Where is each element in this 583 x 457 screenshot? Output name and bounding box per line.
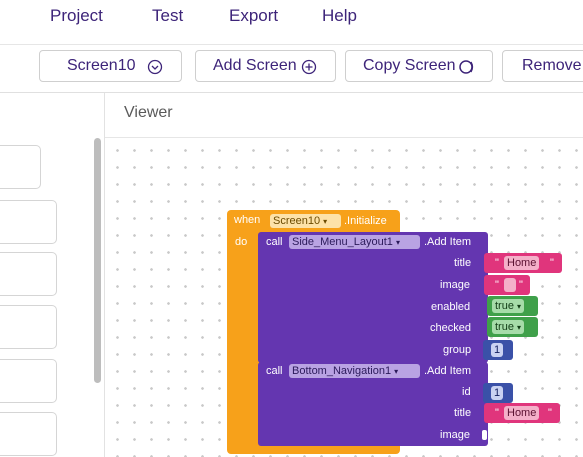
viewer-header: Viewer xyxy=(105,93,583,138)
param-enabled-label: enabled xyxy=(431,301,471,313)
call2-component-dropdown[interactable]: Bottom_Navigation1 ▾ xyxy=(289,364,420,378)
logic-block-checked[interactable]: true ▾ xyxy=(487,317,538,337)
quote-close: " xyxy=(550,257,554,269)
menu-help[interactable]: Help xyxy=(322,6,357,26)
text-value-title-2[interactable]: Home xyxy=(504,406,540,420)
math-value-group[interactable]: 1 xyxy=(491,343,504,357)
component-item[interactable] xyxy=(0,412,57,456)
text-value-title[interactable]: Home xyxy=(504,256,540,270)
toolbar: Screen10 Add Screen Copy Screen Remove S xyxy=(0,45,583,93)
call2-component-name: Bottom_Navigation1 xyxy=(292,365,392,377)
param-group-label: group xyxy=(443,344,472,356)
menu-export[interactable]: Export xyxy=(229,6,278,26)
screen-select-dropdown[interactable]: Screen10 xyxy=(39,50,182,82)
call2-method-label: .Add Item xyxy=(424,365,472,377)
remove-screen-button[interactable]: Remove S xyxy=(502,50,583,82)
param-image-label: image xyxy=(440,279,470,291)
call1-method-label: .Add Item xyxy=(424,236,472,248)
event-name-label: .Initialize xyxy=(344,215,387,227)
text-value-image[interactable] xyxy=(504,278,516,292)
dropdown-arrow-icon: ▾ xyxy=(323,217,328,226)
text-block-image[interactable]: " " xyxy=(484,275,530,295)
param-checked-label: checked xyxy=(430,322,471,334)
dropdown-arrow-icon: ▾ xyxy=(394,367,399,376)
call1-component-name: Side_Menu_Layout1 xyxy=(292,236,393,248)
chevron-down-circle-icon xyxy=(147,51,163,81)
param-image-label-2: image xyxy=(440,429,470,441)
remove-screen-label: Remove S xyxy=(522,57,583,74)
component-item[interactable] xyxy=(0,145,41,189)
copy-icon xyxy=(458,51,476,81)
param-title-label-2: title xyxy=(454,407,472,419)
event-component-dropdown[interactable]: Screen10 ▾ xyxy=(270,214,341,228)
menu-bar: Project Test Export Help xyxy=(0,0,583,45)
logic-value-checked[interactable]: true ▾ xyxy=(492,320,525,334)
menu-project[interactable]: Project xyxy=(50,6,103,26)
event-do-label: do xyxy=(235,236,248,248)
component-item[interactable] xyxy=(0,359,57,403)
quote-open: " xyxy=(495,257,499,269)
empty-input-socket[interactable] xyxy=(482,430,487,440)
dropdown-arrow-icon: ▾ xyxy=(517,323,522,332)
quote-open: " xyxy=(495,407,499,419)
param-id-label: id xyxy=(462,386,471,398)
panel-scrollbar[interactable] xyxy=(94,138,101,383)
add-screen-button[interactable]: Add Screen xyxy=(195,50,336,82)
call2-call-label: call xyxy=(266,365,283,377)
menu-test[interactable]: Test xyxy=(152,6,183,26)
plus-circle-icon xyxy=(301,51,317,81)
logic-value-checked-text: true xyxy=(495,321,514,333)
dropdown-arrow-icon: ▾ xyxy=(395,238,400,247)
text-block-title-2[interactable]: " Home " xyxy=(484,403,560,423)
quote-close: " xyxy=(548,407,552,419)
call1-component-dropdown[interactable]: Side_Menu_Layout1 ▾ xyxy=(289,235,420,249)
event-when-label: when xyxy=(234,214,261,226)
event-component-name: Screen10 xyxy=(273,215,321,227)
logic-block-enabled[interactable]: true ▾ xyxy=(487,296,538,316)
math-block-group[interactable]: 1 xyxy=(483,340,513,360)
logic-value-enabled-text: true xyxy=(495,300,514,312)
component-item[interactable] xyxy=(0,305,57,349)
quote-open: " xyxy=(495,279,499,291)
viewer-title: Viewer xyxy=(124,104,173,121)
component-item[interactable] xyxy=(0,200,57,244)
copy-screen-button[interactable]: Copy Screen xyxy=(345,50,493,82)
dropdown-arrow-icon: ▾ xyxy=(517,302,522,311)
screen-select-label: Screen10 xyxy=(67,57,136,74)
components-panel xyxy=(0,93,105,457)
logic-value-enabled[interactable]: true ▾ xyxy=(492,299,525,313)
text-block-title[interactable]: " Home " xyxy=(484,253,562,273)
math-block-id[interactable]: 1 xyxy=(483,383,513,403)
quote-close: " xyxy=(519,279,523,291)
math-value-id[interactable]: 1 xyxy=(491,386,504,400)
param-title-label: title xyxy=(454,257,472,269)
copy-screen-label: Copy Screen xyxy=(363,57,456,74)
component-item[interactable] xyxy=(0,252,57,296)
add-screen-label: Add Screen xyxy=(213,57,297,74)
call1-call-label: call xyxy=(266,236,283,248)
